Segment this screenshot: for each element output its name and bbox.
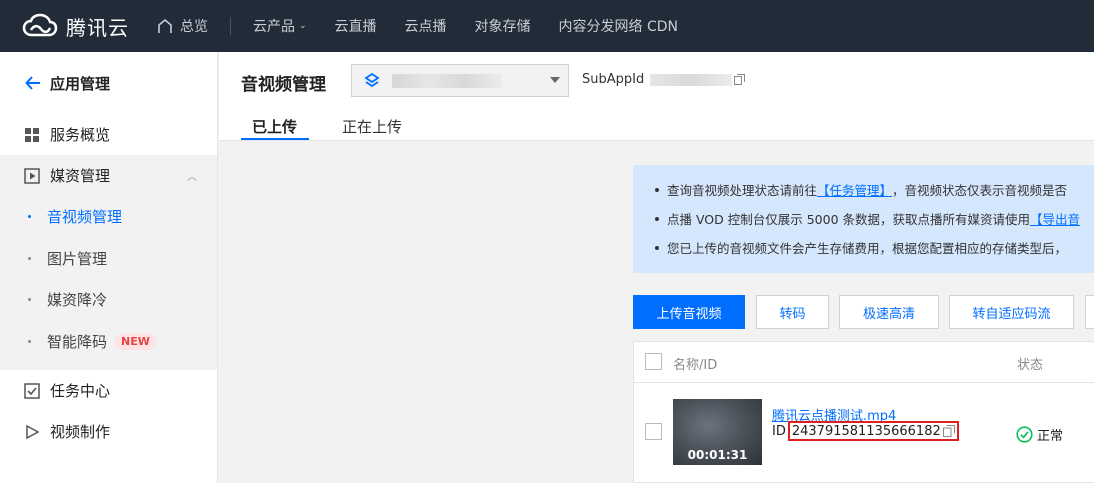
file-id-highlight: 243791581135666182 [787,421,959,441]
bullet-dot [655,245,659,250]
table-row: 00:01:31 腾讯云点播测试.mp4 ID 2437915811356661… [634,383,1094,482]
more-button-partial[interactable] [1085,295,1094,329]
nav-cos[interactable]: 对象存储 [475,16,531,36]
bullet-dot [655,187,659,192]
bullet-dot [28,298,31,302]
content-header: 音视频管理 SubAppId 已上传 正在上传 [219,52,1094,141]
new-badge: NEW [115,332,156,350]
bullet-dot [28,215,31,219]
play-square-icon [24,167,40,184]
nav-cdn[interactable]: 内容分发网络 CDN [559,16,678,36]
select-all-checkbox[interactable] [645,353,662,370]
table-header: 名称/ID 状态 [634,342,1094,383]
app-select-dropdown[interactable] [351,64,569,97]
redacted-subappid [650,73,733,86]
bullet-dot [28,339,31,343]
check-circle-icon [1016,426,1033,443]
tab-uploading[interactable]: 正在上传 [342,116,402,137]
file-id-value: 243791581135666182 [791,423,941,439]
active-tab-indicator [241,138,309,140]
tab-uploaded[interactable]: 已上传 [252,116,297,137]
sidebar-item-overview[interactable]: 服务概览 [0,114,217,155]
nav-vod[interactable]: 云点播 [405,16,447,36]
row-checkbox[interactable] [645,423,662,440]
sidebar-item-image-management[interactable]: 图片管理 [0,238,217,280]
play-triangle-icon [26,424,40,439]
notice-line: 您已上传的音视频文件会产生存储费用，根据您配置相应的存储类型后， [655,233,1094,262]
chevron-down-icon: ⌄ [299,21,307,31]
grid-icon [25,127,39,142]
sidebar: 应用管理 服务概览 媒资管理 ︿ 音视频管理 图片管理 媒资降冷 智能降码 NE… [0,52,218,483]
sidebar-item-tasks[interactable]: 任务中心 [0,370,217,411]
bullet-dot [655,216,659,221]
nav-divider [230,17,231,35]
video-duration: 00:01:31 [687,448,748,462]
sidebar-item-media-cold[interactable]: 媒资降冷 [0,279,217,321]
transcode-button[interactable]: 转码 [756,295,829,329]
sidebar-item-av-management[interactable]: 音视频管理 [0,196,217,238]
notice-box: 查询音视频处理状态请前往 【任务管理】 ，音视频状态仅表示音视频是否 点播 VO… [633,165,1094,273]
video-thumbnail[interactable]: 00:01:31 [673,399,762,465]
layers-icon [364,72,380,87]
file-id: ID 243791581135666182 [772,421,959,441]
nav-home-label: 总览 [180,19,208,35]
upload-av-button[interactable]: 上传音视频 [633,295,745,329]
fast-hd-button[interactable]: 极速高清 [839,295,939,329]
top-nav-bar: 腾讯云 总览 云产品 ⌄ 云直播 云点播 对象存储 内容分发网络 CDN [0,0,1094,52]
home-icon [158,18,172,33]
subappid-display: SubAppId [582,72,746,87]
copy-icon[interactable] [734,74,746,85]
sidebar-item-media[interactable]: 媒资管理 ︿ [0,155,217,196]
back-to-app-management[interactable]: 应用管理 [0,52,217,114]
sidebar-item-smart-bitrate[interactable]: 智能降码 NEW [0,321,217,363]
column-header-name: 名称/ID [673,358,718,373]
chevron-up-icon[interactable]: ︿ [187,168,197,183]
brand-logo[interactable]: 腾讯云 [22,12,132,41]
nav-cloud-products[interactable]: 云产品 ⌄ [253,16,307,36]
sidebar-group-media: 媒资管理 ︿ 音视频管理 图片管理 媒资降冷 智能降码 NEW [0,155,217,370]
adaptive-stream-button[interactable]: 转自适应码流 [949,295,1074,329]
nav-live[interactable]: 云直播 [335,16,377,36]
media-table: 名称/ID 状态 00:01:31 腾讯云点播测试.mp4 ID 2437915… [633,341,1094,483]
page-title: 音视频管理 [241,75,326,95]
brand-name: 腾讯云 [66,15,129,40]
status-badge: 正常 [1016,425,1063,444]
column-header-status: 状态 [1017,358,1044,373]
redacted-app-name [392,73,502,88]
nav-home[interactable]: 总览 [156,16,208,36]
checkbox-icon [24,382,40,399]
sidebar-item-video-make[interactable]: 视频制作 [0,411,217,452]
notice-line: 查询音视频处理状态请前往 【任务管理】 ，音视频状态仅表示音视频是否 [655,175,1094,204]
bullet-dot [28,256,31,260]
cloud-logo-icon [22,13,58,37]
caret-down-icon [550,77,560,83]
task-management-link[interactable]: 【任务管理】 [817,180,892,199]
export-media-link[interactable]: 【导出音 [1030,209,1080,228]
arrow-left-icon [25,76,40,90]
notice-line: 点播 VOD 控制台仅展示 5000 条数据，获取点播所有媒资请使用 【导出音 [655,204,1094,233]
copy-icon[interactable] [942,425,955,437]
